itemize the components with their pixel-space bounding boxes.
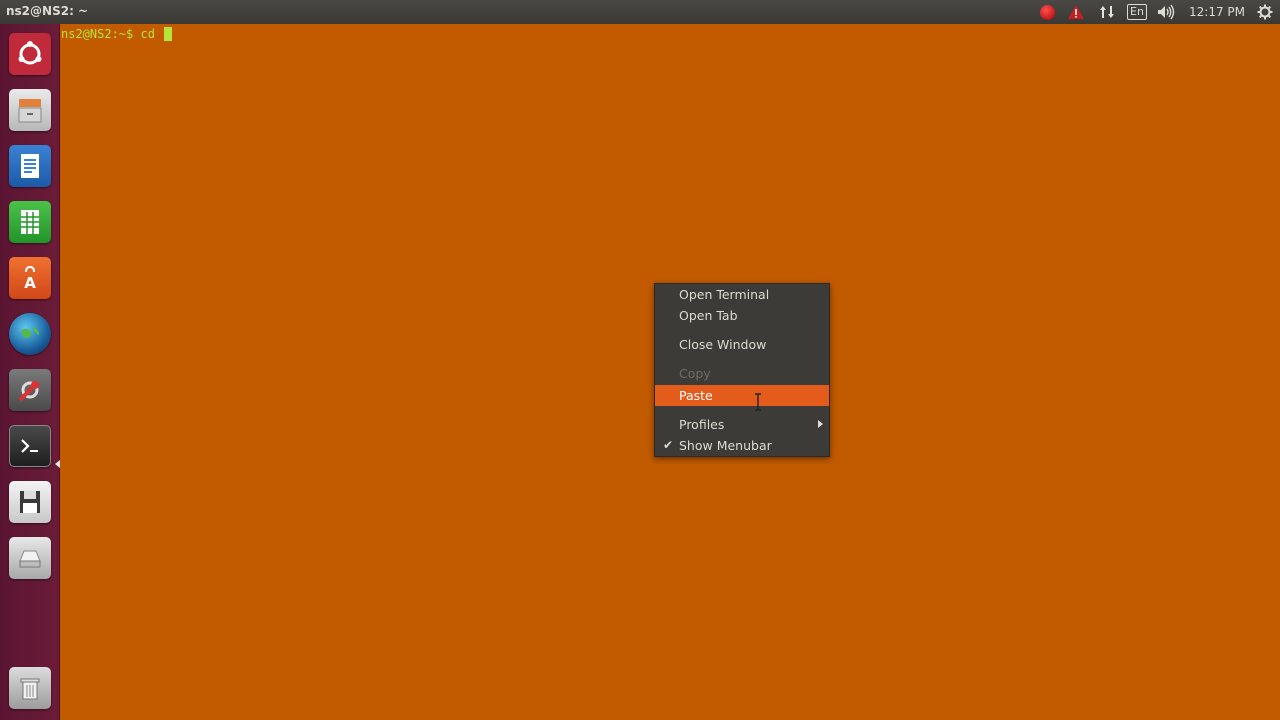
launcher-item-system-settings[interactable] [6,366,54,414]
context-menu: Open Terminal Open Tab Close Window Copy… [654,283,830,457]
launcher-item-libreoffice-calc[interactable] [6,198,54,246]
file-cabinet-icon [9,89,51,131]
launcher-item-libreoffice-writer[interactable] [6,142,54,190]
volume-icon[interactable] [1154,0,1178,24]
terminal-icon [9,425,51,467]
launcher-item-terminal[interactable] [6,422,54,470]
menu-item-profiles[interactable]: Profiles [655,414,829,435]
spreadsheet-icon [9,201,51,243]
launcher-item-floppy-drive[interactable] [6,478,54,526]
launcher-item-dash-home[interactable] [6,30,54,78]
menu-item-label: Close Window [679,337,767,352]
launcher-item-trash[interactable] [6,664,54,712]
trash-icon [9,667,51,709]
menu-item-label: Copy [679,366,711,381]
ibeam-cursor-icon [754,393,762,411]
alert-icon[interactable] [1064,0,1088,24]
text-cursor [164,27,173,41]
top-panel: ns2@NS2: ~ En 12:17 PM [0,0,1280,24]
floppy-disk-icon [9,481,51,523]
checkmark-icon: ✔ [663,438,674,452]
keyboard-layout-label: En [1127,4,1147,20]
menu-item-label: Open Terminal [679,287,770,302]
launcher-item-files[interactable] [6,86,54,134]
writer-document-icon [9,145,51,187]
svg-text:A: A [24,274,36,292]
menu-item-close-window[interactable]: Close Window [655,334,829,355]
terminal-prompt: ns2@NS2:~$ cd [61,27,163,41]
submenu-arrow-icon [818,420,823,428]
menu-item-label: Paste [679,388,713,403]
menu-item-paste[interactable]: Paste [655,385,829,406]
menu-item-open-terminal[interactable]: Open Terminal [655,284,829,305]
session-gear-icon[interactable] [1254,0,1276,24]
keyboard-icon[interactable]: En [1127,0,1147,24]
active-app-indicator [55,460,60,468]
menu-item-label: Profiles [679,417,725,432]
network-icon[interactable] [1096,0,1118,24]
launcher: A [0,24,60,720]
shopping-bag-icon: A [9,257,51,299]
record-icon[interactable] [1036,0,1058,24]
menu-item-label: Show Menubar [679,438,772,453]
menu-item-open-tab[interactable]: Open Tab [655,305,829,326]
wrench-settings-icon [9,369,51,411]
drive-icon [9,537,51,579]
menu-item-show-menubar[interactable]: ✔ Show Menubar [655,435,829,456]
ubuntu-logo-icon [9,33,51,75]
menu-item-label: Open Tab [679,308,738,323]
launcher-item-web-browser[interactable] [6,310,54,358]
globe-icon [9,313,51,355]
launcher-item-removable-drive[interactable] [6,534,54,582]
menu-item-copy: Copy [655,363,829,384]
terminal-prompt-line: ns2@NS2:~$ cd [61,27,173,41]
launcher-item-software-center[interactable]: A [6,254,54,302]
window-title: ns2@NS2: ~ [6,4,89,18]
clock[interactable]: 12:17 PM [1186,0,1248,24]
